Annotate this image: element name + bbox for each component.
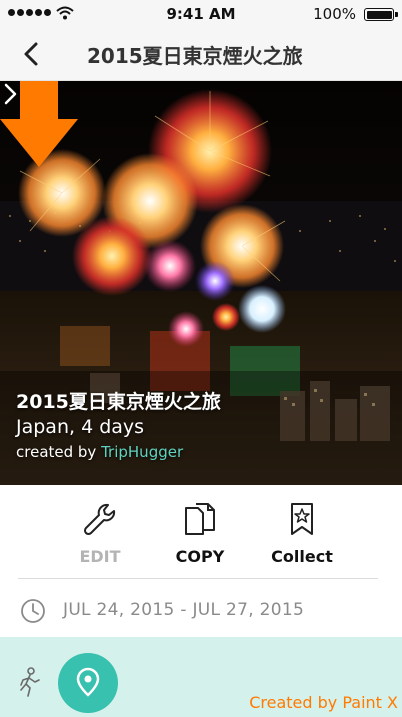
divider	[18, 578, 378, 579]
battery-icon	[364, 8, 398, 21]
back-chevron-icon[interactable]	[18, 40, 46, 68]
map-pin-button[interactable]	[58, 653, 118, 713]
status-bar: 9:41 AM 100%	[0, 0, 402, 28]
trip-summary: Japan, 4 days	[16, 416, 145, 438]
created-by-label: created by	[16, 443, 97, 461]
copy-documents-icon	[185, 503, 215, 535]
date-range: JUL 24, 2015 - JUL 27, 2015	[63, 600, 305, 620]
copy-label: COPY	[175, 547, 225, 566]
wrench-icon	[83, 503, 116, 536]
trip-dates: JUL 24, 2015 - JUL 27, 2015	[0, 584, 402, 636]
navigation-bar: 2015夏日東京煙火之旅	[0, 28, 402, 81]
annotation-arrow-icon	[0, 81, 78, 167]
collect-button[interactable]: Collect	[262, 501, 342, 566]
walking-icon[interactable]	[14, 667, 44, 697]
trip-actions: EDIT COPY Collect	[0, 485, 402, 577]
author-link[interactable]: TripHugger	[101, 443, 183, 461]
trip-credit: created by TripHugger	[16, 443, 183, 461]
page-title: 2015夏日東京煙火之旅	[87, 44, 303, 68]
bottom-toolbar: Created by Paint X	[0, 637, 402, 717]
map-pin-icon	[76, 667, 100, 697]
trip-title: 2015夏日東京煙火之旅	[16, 391, 221, 413]
trip-cover-image[interactable]: 2015夏日東京煙火之旅 Japan, 4 days created by Tr…	[0, 81, 402, 485]
battery-percent: 100%	[313, 5, 356, 23]
watermark: Created by Paint X	[249, 693, 398, 712]
collect-label: Collect	[271, 547, 333, 566]
bookmark-star-icon	[291, 503, 313, 535]
edit-label: EDIT	[79, 547, 121, 566]
copy-button[interactable]: COPY	[164, 501, 236, 566]
clock-icon	[21, 599, 45, 623]
edit-button[interactable]: EDIT	[64, 501, 136, 566]
